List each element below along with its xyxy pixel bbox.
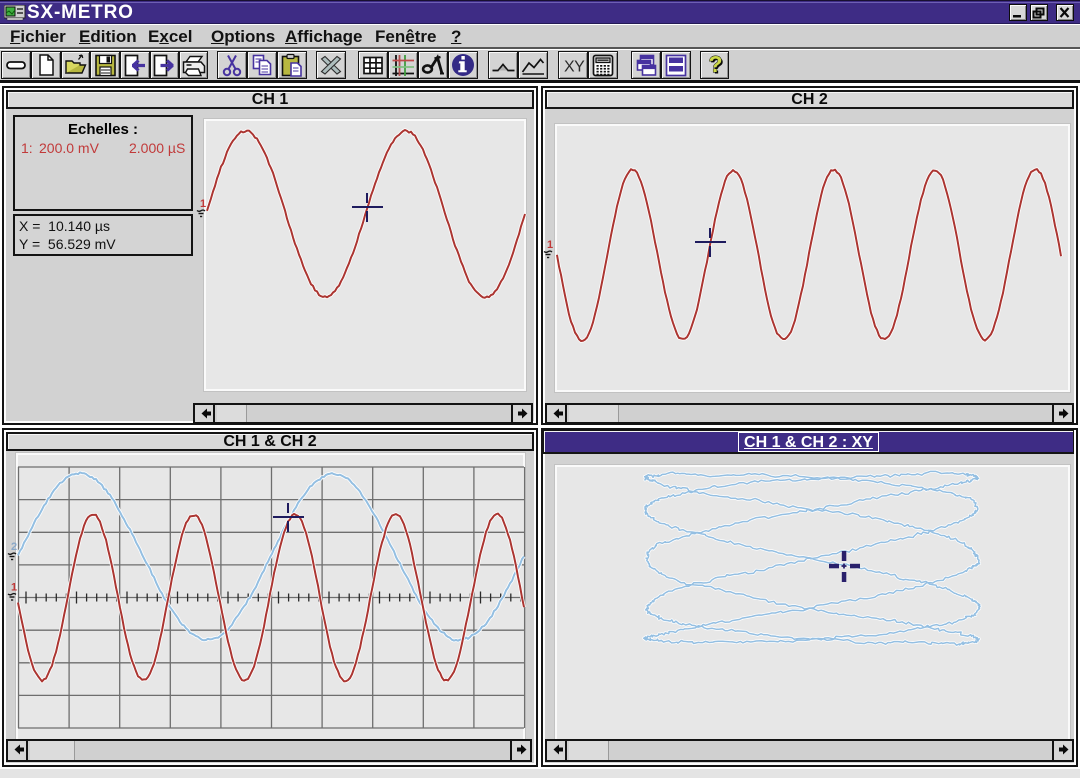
svg-text:2: 2 — [11, 541, 17, 553]
svg-text:XY: XY — [564, 59, 585, 76]
svg-text:1: 1 — [11, 582, 17, 594]
svg-text:1: 1 — [547, 239, 553, 251]
svg-text:?: ? — [709, 52, 723, 77]
svg-text:1: 1 — [200, 198, 206, 210]
